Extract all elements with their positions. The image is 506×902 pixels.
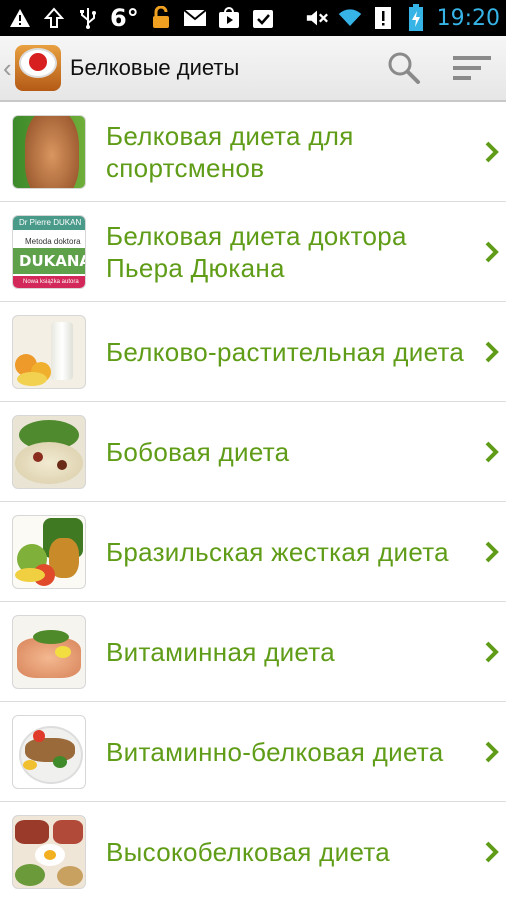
diet-list: Белковая диета для спортсменов Dr Pierre… (0, 102, 506, 902)
list-item-label: Витаминная диета (106, 636, 335, 667)
thumb-fruits (12, 514, 86, 589)
chevron-right-icon (485, 841, 499, 863)
list-item-label: Белково-растительная диета (106, 336, 465, 367)
list-item[interactable]: Белково-растительная диета (0, 302, 506, 402)
lock-icon (149, 6, 173, 30)
upload-icon (42, 6, 66, 30)
list-item[interactable]: Высокобелковая диета (0, 802, 506, 902)
book-subtitle: Metoda doktora (25, 236, 81, 246)
list-item-label: Высокобелковая диета (106, 837, 391, 867)
temperature: 6° (110, 4, 139, 32)
list-item[interactable]: Dr Pierre DUKAN Metoda doktora DUKANA No… (0, 202, 506, 302)
mute-icon (305, 6, 329, 30)
task-icon (251, 6, 275, 30)
thumb-milk (12, 314, 86, 389)
list-item[interactable]: Витаминная диета (0, 602, 506, 702)
wifi-icon (338, 6, 362, 30)
list-item-label: Бобовая диета (106, 436, 290, 467)
thumb-beans (12, 414, 86, 489)
thumb-dukan-book: Dr Pierre DUKAN Metoda doktora DUKANA No… (12, 214, 86, 289)
book-author: Dr Pierre DUKAN (19, 217, 82, 227)
action-bar: ‹ Белковые диеты (0, 36, 506, 102)
usb-icon (76, 6, 100, 30)
page-title: Белковые диеты (70, 55, 240, 80)
list-item-label: Белковая диета для спортсменов (106, 120, 354, 183)
chevron-right-icon (485, 341, 499, 362)
sort-icon (453, 56, 491, 80)
thumb-fish (12, 614, 86, 689)
thumb-meat (12, 815, 86, 889)
list-item[interactable]: Бобовая диета (0, 402, 506, 502)
battery-charging-icon (404, 4, 428, 31)
play-store-icon (217, 6, 241, 30)
warning-icon (8, 6, 32, 30)
list-item[interactable]: Бразильская жесткая диета (0, 502, 506, 602)
search-button[interactable] (370, 35, 438, 101)
list-item-label: Витаминно-белковая диета (106, 736, 444, 767)
app-logo-icon[interactable] (15, 45, 61, 91)
list-item[interactable]: Витаминно-белковая диета (0, 702, 506, 802)
chevron-right-icon (485, 141, 499, 162)
gmail-icon (183, 6, 207, 30)
alert-icon (371, 6, 395, 30)
list-item[interactable]: Белковая диета для спортсменов (0, 102, 506, 202)
thumb-abs (12, 114, 86, 189)
list-item-label: Бразильская жесткая диета (106, 536, 449, 567)
clock: 19:20 (436, 5, 500, 31)
chevron-right-icon (485, 541, 499, 562)
sort-button[interactable] (438, 35, 506, 101)
list-item-label: Белковая диета доктора Пьера Дюкана (106, 220, 407, 283)
chevron-right-icon (485, 241, 499, 262)
up-caret-icon[interactable]: ‹ (3, 53, 13, 84)
chevron-right-icon (485, 441, 499, 462)
search-icon (388, 52, 420, 84)
book-footer: Nowa książka autora (23, 278, 79, 285)
chevron-right-icon (485, 641, 499, 662)
thumb-grill (12, 714, 86, 789)
chevron-right-icon (485, 741, 499, 762)
book-title: DUKANA (19, 251, 86, 270)
status-bar: 6° 19:20 (0, 0, 506, 36)
